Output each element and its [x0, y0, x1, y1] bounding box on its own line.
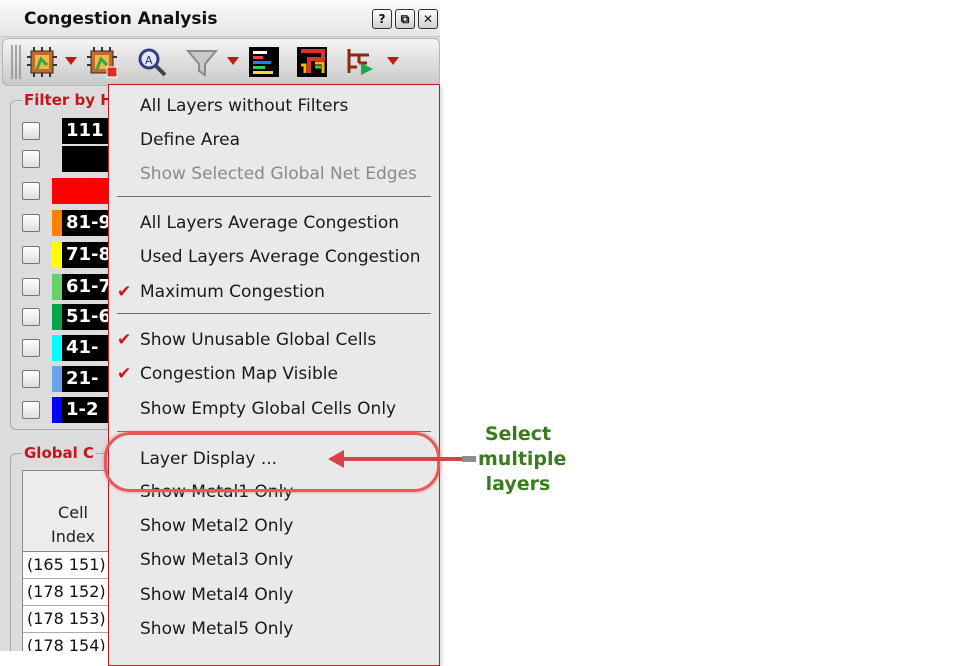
color-swatch — [52, 118, 62, 144]
congestion-map-icon[interactable] — [25, 45, 59, 79]
menu-item-label: Show Empty Global Cells Only — [140, 399, 397, 419]
color-swatch — [52, 366, 62, 392]
menu-item-label: Define Area — [140, 130, 241, 150]
checkmark-icon: ✔ — [117, 330, 132, 350]
menu-item[interactable]: ✔ Congestion Map Visible — [109, 358, 439, 390]
menu-item-label: Show Unusable Global Cells — [140, 330, 377, 350]
filter-checkbox[interactable] — [22, 214, 40, 232]
filter-funnel-icon[interactable] — [185, 45, 219, 79]
chevron-down-icon[interactable] — [227, 57, 239, 65]
menu-item-label: Congestion Map Visible — [140, 364, 338, 384]
toolbar: A — [2, 38, 440, 86]
menu-item-label: Show Metal2 Only — [140, 516, 294, 536]
float-button[interactable]: ⧉ — [395, 9, 415, 29]
help-button[interactable]: ? — [372, 9, 392, 29]
menu-separator — [117, 196, 431, 197]
filter-checkbox[interactable] — [22, 246, 40, 264]
filter-checkbox[interactable] — [22, 182, 40, 200]
menu-item[interactable]: All Layers Average Congestion — [109, 207, 439, 239]
menu-item-label: Show Metal3 Only — [140, 550, 294, 570]
menu-item[interactable]: All Layers without Filters — [109, 90, 439, 122]
routing-layout-icon[interactable] — [295, 45, 329, 79]
color-swatch — [52, 397, 62, 423]
filter-checkbox[interactable] — [22, 339, 40, 357]
color-swatch — [52, 304, 62, 330]
color-swatch — [52, 274, 62, 300]
chevron-down-icon[interactable] — [387, 57, 399, 65]
menu-item-label: Used Layers Average Congestion — [140, 247, 421, 267]
color-swatch — [52, 242, 62, 268]
color-swatch — [52, 335, 62, 361]
menu-item-label: Show Selected Global Net Edges — [140, 164, 417, 184]
filter-checkbox[interactable] — [22, 122, 40, 140]
global-cells-legend: Global C — [22, 444, 96, 462]
color-swatch — [52, 178, 62, 204]
menu-item-disabled: Show Selected Global Net Edges — [109, 158, 439, 190]
filter-checkbox[interactable] — [22, 308, 40, 326]
arrow-head-icon — [328, 450, 344, 468]
filter-checkbox[interactable] — [22, 150, 40, 168]
menu-item[interactable]: Show Empty Global Cells Only — [109, 393, 439, 425]
callout-line-1: Select — [484, 423, 552, 445]
annotation-arrow-tail — [462, 456, 476, 462]
menu-separator — [117, 313, 431, 314]
menu-item[interactable]: Show Metal3 Only — [109, 544, 439, 576]
menu-item[interactable]: ✔ Show Unusable Global Cells — [109, 324, 439, 356]
filter-checkbox[interactable] — [22, 370, 40, 388]
menu-item[interactable]: Show Metal2 Only — [109, 510, 439, 542]
menu-item[interactable]: Define Area — [109, 124, 439, 156]
layer-bars-icon[interactable] — [247, 45, 281, 79]
annotation-arrow — [340, 457, 466, 461]
menu-item[interactable]: ✔ Maximum Congestion — [109, 276, 439, 308]
chevron-down-icon[interactable] — [65, 57, 77, 65]
net-tree-icon[interactable] — [343, 45, 377, 79]
menu-item-label: Show Metal5 Only — [140, 619, 294, 639]
menu-item[interactable]: Used Layers Average Congestion — [109, 241, 439, 273]
toolbar-grip[interactable] — [11, 45, 21, 79]
highlight-ellipse — [104, 432, 440, 492]
congestion-map-clear-icon[interactable] — [85, 45, 119, 79]
menu-item-label: Maximum Congestion — [140, 282, 325, 302]
zoom-search-icon[interactable]: A — [135, 45, 169, 79]
menu-item-label: All Layers Average Congestion — [140, 213, 400, 233]
menu-item-label: Show Metal4 Only — [140, 585, 294, 605]
filter-group-legend: Filter by H — [22, 91, 115, 109]
callout-line-2: multiple — [478, 448, 567, 470]
panel-titlebar: Congestion Analysis ? ⧉ ✕ — [0, 0, 440, 37]
menu-item[interactable]: Show Metal4 Only — [109, 579, 439, 611]
menu-item[interactable]: Show Metal5 Only — [109, 613, 439, 645]
annotation-callout: Select multiple layers — [478, 422, 567, 497]
close-button[interactable]: ✕ — [418, 9, 438, 29]
menu-item-label: All Layers without Filters — [140, 96, 349, 116]
checkmark-icon: ✔ — [117, 364, 132, 384]
filter-dropdown-menu: All Layers without Filters Define Area S… — [108, 84, 440, 666]
svg-text:A: A — [145, 54, 153, 67]
color-swatch — [52, 146, 62, 172]
panel-title: Congestion Analysis — [24, 9, 218, 29]
color-swatch — [52, 210, 62, 236]
filter-checkbox[interactable] — [22, 278, 40, 296]
checkmark-icon: ✔ — [117, 282, 132, 302]
callout-line-3: layers — [485, 473, 551, 495]
filter-checkbox[interactable] — [22, 401, 40, 419]
